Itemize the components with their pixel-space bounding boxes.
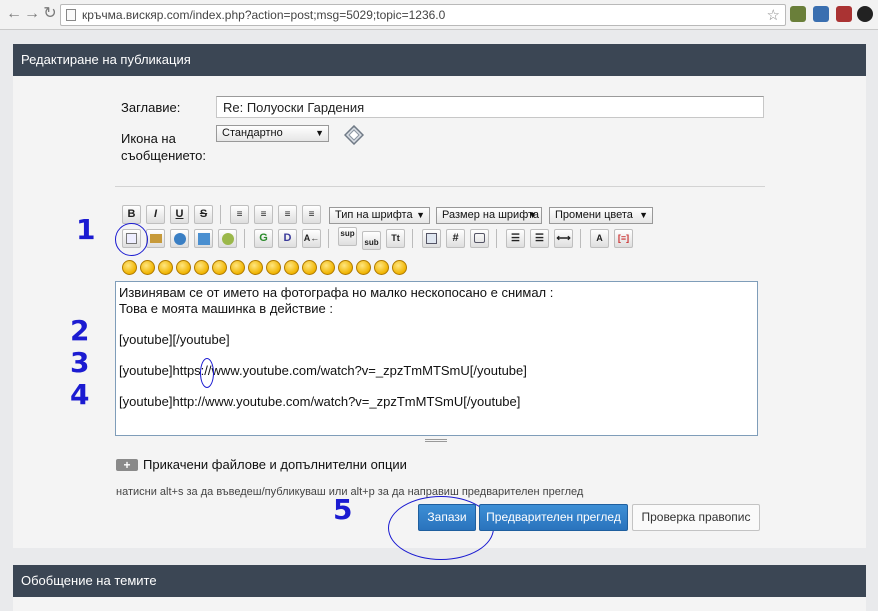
address-bar[interactable]: кръчма.вискяр.com/index.php?action=post;… <box>60 4 786 26</box>
font-color-select[interactable]: Промени цвета ▼ <box>549 207 653 224</box>
remove-format-icon[interactable]: A <box>590 229 609 248</box>
editor-line: [youtube]https://www.youtube.com/watch?v… <box>119 363 527 378</box>
editor-resize-handle[interactable] <box>425 439 447 442</box>
smiley-icon[interactable] <box>392 260 407 275</box>
subject-input[interactable] <box>216 96 764 118</box>
font-face-select[interactable]: Тип на шрифта ▼ <box>329 207 430 224</box>
message-icon-select[interactable]: Стандартно ▼ <box>216 125 329 142</box>
subscript-button[interactable]: sub <box>362 231 381 250</box>
smiley-icon[interactable] <box>374 260 389 275</box>
align-justify-icon[interactable]: ≡ <box>254 205 273 224</box>
save-button[interactable]: Запази <box>418 504 476 531</box>
extension-icon[interactable] <box>836 6 852 22</box>
smiley-icon[interactable] <box>230 260 245 275</box>
smiley-icon[interactable] <box>302 260 317 275</box>
editor-line: [youtube][/youtube] <box>119 332 230 347</box>
smiley-icon[interactable] <box>158 260 173 275</box>
underline-button[interactable]: U <box>170 205 189 224</box>
insert-link-icon[interactable] <box>146 229 165 248</box>
panel-header: Обобщение на темите <box>13 565 866 597</box>
superscript-button[interactable]: sup <box>338 227 357 246</box>
align-left-icon[interactable]: ≡ <box>230 205 249 224</box>
back-arrow-icon[interactable]: ← <box>4 4 24 24</box>
panel-header: Редактиране на публикация <box>13 44 866 76</box>
annotation-number: 4 <box>70 378 90 411</box>
table-icon[interactable] <box>422 229 441 248</box>
bullet-list-icon[interactable]: ☰ <box>506 229 525 248</box>
message-textarea[interactable]: Извинявам се от името на фотографа но ма… <box>115 281 758 436</box>
smiley-icon[interactable] <box>194 260 209 275</box>
shadow-icon[interactable]: D <box>278 229 297 248</box>
smiley-icon[interactable] <box>266 260 281 275</box>
divider <box>244 229 245 248</box>
divider <box>496 229 497 248</box>
topic-summary-panel: Обобщение на темите <box>13 565 866 611</box>
attachments-link[interactable]: Прикачени файлове и допълнителни опции <box>143 457 407 472</box>
horizontal-rule-icon[interactable]: ⟷ <box>554 229 573 248</box>
code-button[interactable]: # <box>446 229 465 248</box>
smiley-icon[interactable] <box>140 260 155 275</box>
smiley-icon[interactable] <box>284 260 299 275</box>
glow-icon[interactable]: G <box>254 229 273 248</box>
align-center-icon[interactable]: ≡ <box>278 205 297 224</box>
globe-icon[interactable] <box>170 229 189 248</box>
message-icon-label: Икона на съобщението: <box>121 131 206 163</box>
email-icon[interactable] <box>218 229 237 248</box>
bold-button[interactable]: B <box>122 205 141 224</box>
reload-icon[interactable]: ↻ <box>40 4 60 24</box>
divider <box>580 229 581 248</box>
smiley-icon[interactable] <box>356 260 371 275</box>
extension-icon[interactable] <box>790 6 806 22</box>
divider <box>328 229 329 248</box>
divider <box>412 229 413 248</box>
attachments-toggle-button[interactable]: + <box>116 459 138 471</box>
toggle-view-icon[interactable]: [≡] <box>614 229 633 248</box>
smiley-icon[interactable] <box>248 260 263 275</box>
editor-line: Това е моята машинка в действие : <box>119 301 333 316</box>
message-icon-preview-icon <box>344 125 364 145</box>
annotation-number: 2 <box>70 314 90 347</box>
italic-button[interactable]: I <box>146 205 165 224</box>
shortcut-hint: натисни alt+s за да въведеш/публикуваш и… <box>116 486 584 498</box>
forward-arrow-icon[interactable]: → <box>22 4 42 24</box>
smiley-icon[interactable] <box>212 260 227 275</box>
smiley-icon[interactable] <box>338 260 353 275</box>
subject-label: Заглавие: <box>121 100 181 115</box>
ftp-link-icon[interactable] <box>194 229 213 248</box>
teletype-icon[interactable]: Tt <box>386 229 405 248</box>
url-text: кръчма.вискяр.com/index.php?action=post;… <box>82 8 446 22</box>
divider <box>220 205 221 224</box>
annotation-circle <box>115 223 148 256</box>
font-size-select[interactable]: Размер на шрифта ▼ <box>436 207 542 224</box>
numbered-list-icon[interactable]: ☰ <box>530 229 549 248</box>
divider <box>115 186 765 187</box>
annotation-number: 1 <box>76 213 96 246</box>
smiley-icon[interactable] <box>320 260 335 275</box>
browser-toolbar: ← → ↻ кръчма.вискяр.com/index.php?action… <box>0 0 878 30</box>
editor-line: [youtube]http://www.youtube.com/watch?v=… <box>119 394 521 409</box>
smiley-icon[interactable] <box>122 260 137 275</box>
extension-icon[interactable] <box>857 6 873 22</box>
annotation-number: 3 <box>70 346 90 379</box>
bookmark-star-icon[interactable]: ☆ <box>767 6 780 24</box>
annotation-circle <box>200 358 214 388</box>
extension-icon[interactable] <box>813 6 829 22</box>
move-icon[interactable]: A← <box>302 229 321 248</box>
quote-icon[interactable] <box>470 229 489 248</box>
align-right-icon[interactable]: ≡ <box>302 205 321 224</box>
preview-button[interactable]: Предварителен преглед <box>479 504 628 531</box>
editor-line: Извинявам се от името на фотографа но ма… <box>119 285 554 300</box>
spellcheck-button[interactable]: Проверка правопис <box>632 504 760 531</box>
strikethrough-button[interactable]: S <box>194 205 213 224</box>
smiley-icon[interactable] <box>176 260 191 275</box>
page-icon <box>66 9 76 21</box>
